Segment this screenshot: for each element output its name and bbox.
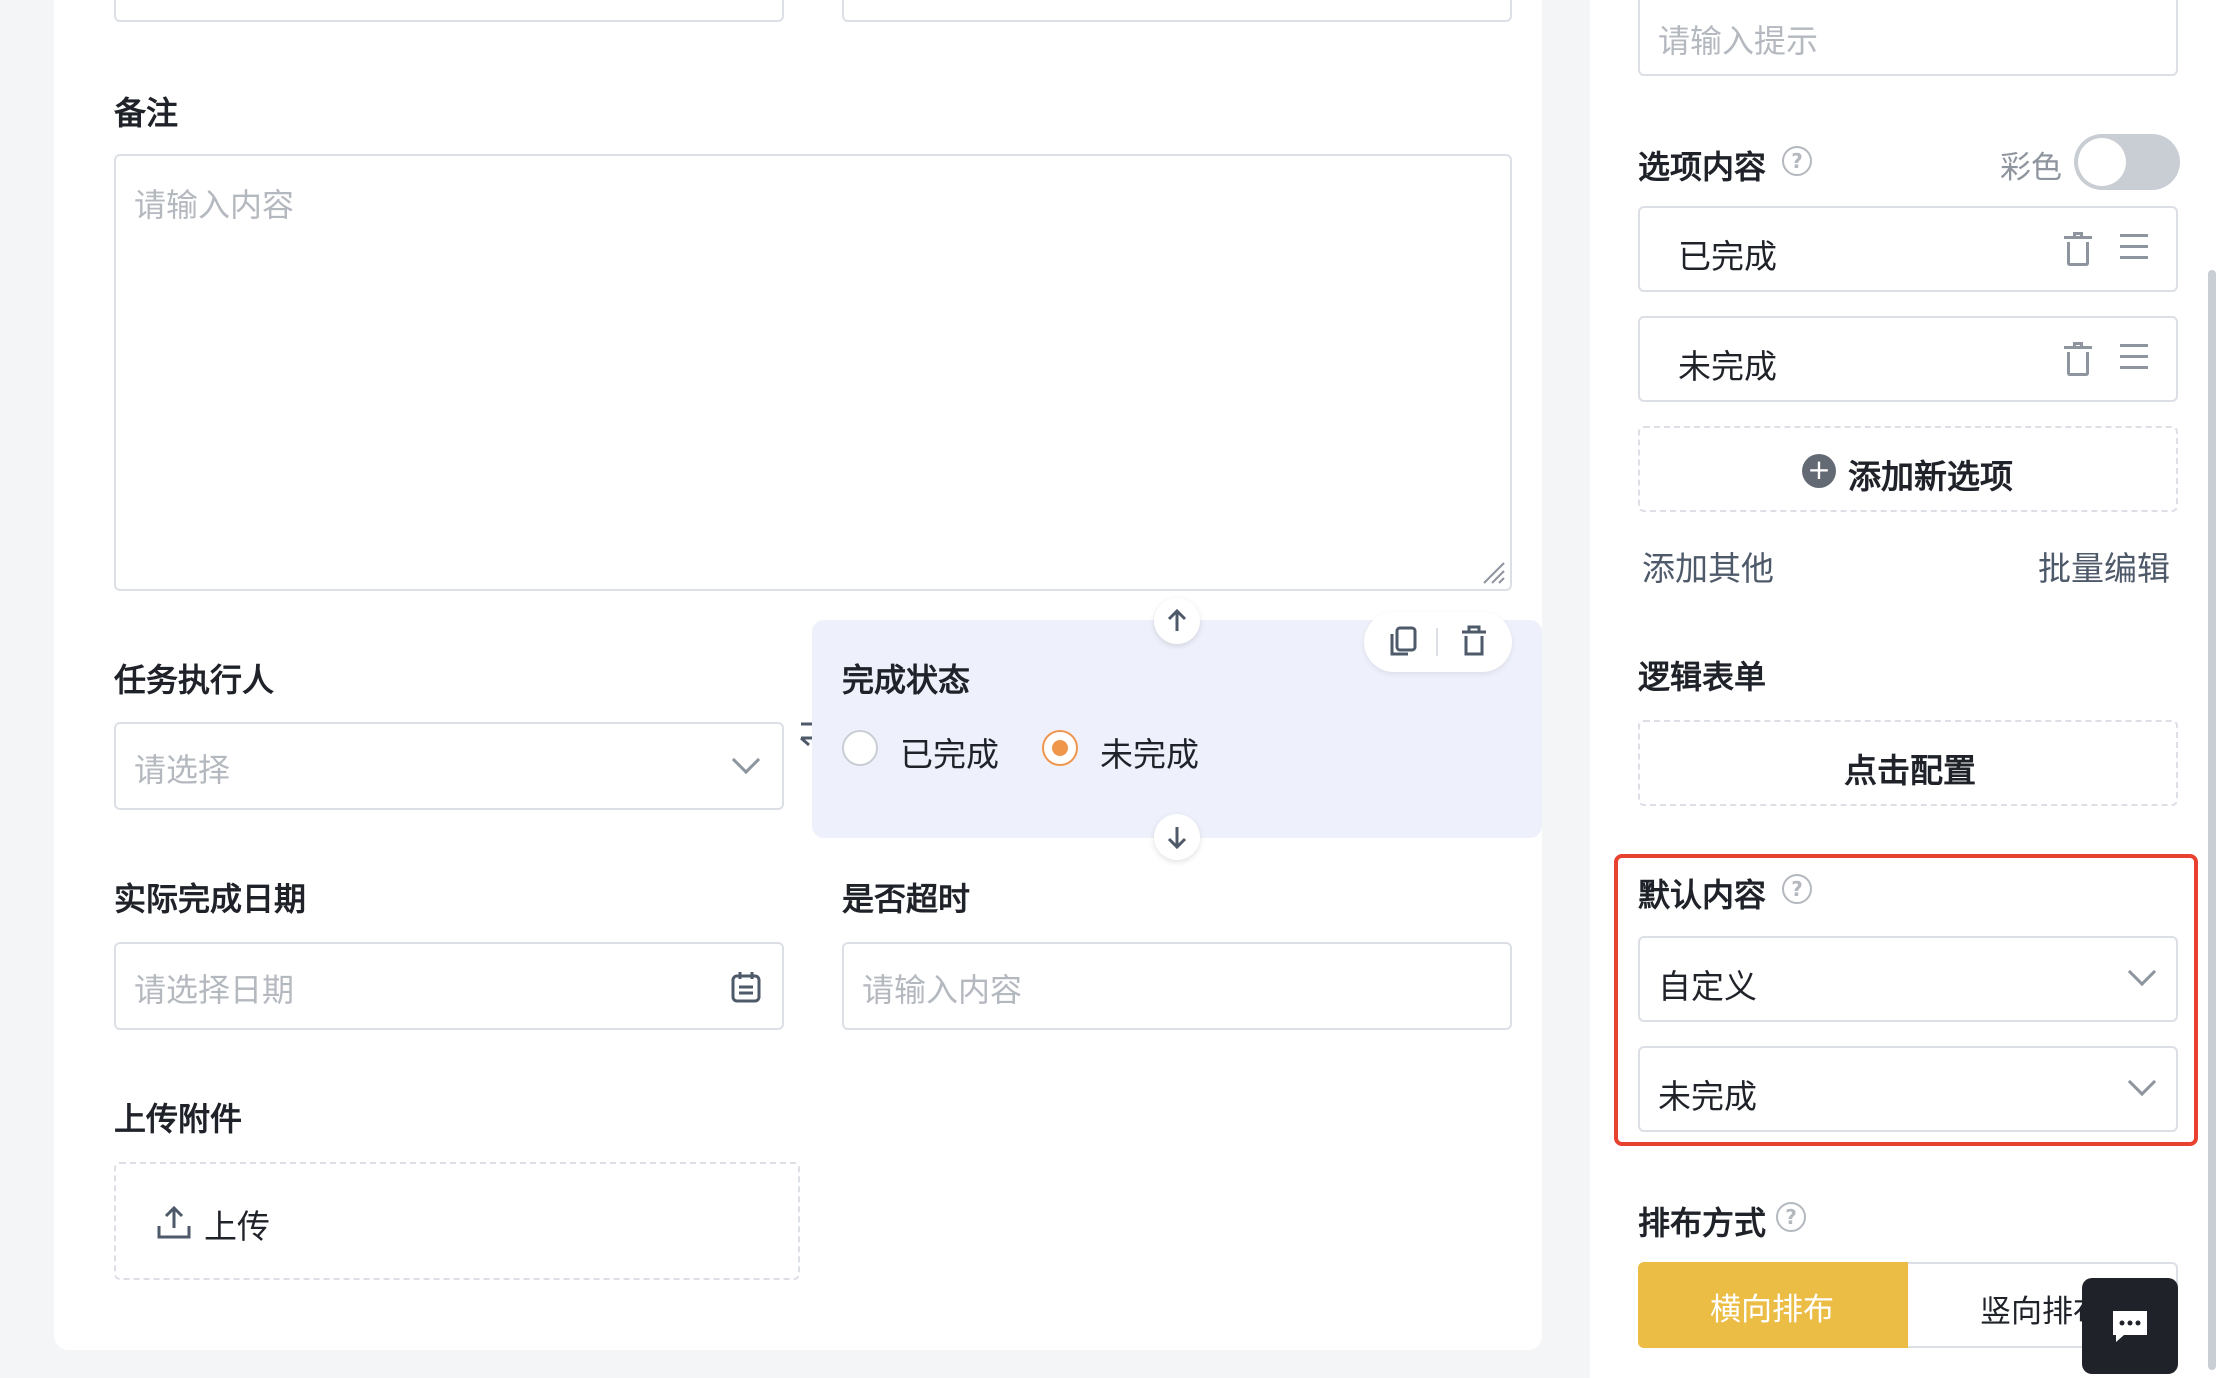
remark-placeholder: 请输入内容 xyxy=(134,186,295,224)
status-label: 完成状态 xyxy=(842,661,971,699)
top-left-input[interactable] xyxy=(114,0,784,22)
hint-input[interactable]: 请输入提示 xyxy=(1638,0,2178,76)
upload-label: 上传 xyxy=(204,1207,270,1246)
option-item-text: 已完成 xyxy=(1678,237,1777,276)
default-content-label: 默认内容 xyxy=(1638,876,1767,914)
panel-scrollbar[interactable] xyxy=(2208,270,2216,1370)
add-option-button[interactable]: + 添加新选项 xyxy=(1638,426,2178,512)
help-icon[interactable]: ? xyxy=(1776,1202,1806,1232)
help-icon[interactable]: ? xyxy=(1782,874,1812,904)
trash-icon[interactable] xyxy=(2064,232,2092,266)
options-section-label: 选项内容 xyxy=(1638,148,1767,186)
toolbar-divider xyxy=(1436,628,1438,656)
finish-date-label: 实际完成日期 xyxy=(114,880,307,918)
finish-date-placeholder: 请选择日期 xyxy=(134,971,295,1009)
upload-icon xyxy=(157,1205,191,1239)
chevron-down-icon xyxy=(731,745,761,775)
finish-date-picker[interactable]: 请选择日期 xyxy=(114,942,784,1030)
copy-icon[interactable] xyxy=(1388,626,1418,658)
hint-placeholder: 请输入提示 xyxy=(1658,22,1819,60)
batch-edit-link[interactable]: 批量编辑 xyxy=(2038,542,2170,590)
option-item[interactable]: 已完成 xyxy=(1638,206,2178,292)
arrangement-horizontal-button[interactable]: 横向排布 xyxy=(1638,1262,1908,1348)
remark-label: 备注 xyxy=(114,94,179,132)
move-down-button[interactable] xyxy=(1154,814,1200,860)
overdue-placeholder: 请输入内容 xyxy=(862,971,1023,1009)
remark-textarea[interactable]: 请输入内容 xyxy=(114,154,1512,591)
drag-handle-icon[interactable] xyxy=(2120,344,2148,370)
radio-incomplete-label: 未完成 xyxy=(1100,735,1199,774)
field-actions-toolbar xyxy=(1364,612,1512,672)
chevron-down-icon xyxy=(2127,957,2157,987)
plus-circle-icon: + xyxy=(1802,454,1836,488)
add-other-link[interactable]: 添加其他 xyxy=(1642,542,1774,590)
chevron-down-icon xyxy=(2127,1067,2157,1097)
add-option-label: 添加新选项 xyxy=(1848,457,2013,496)
arrow-down-icon xyxy=(1167,827,1187,850)
arrow-up-icon xyxy=(1167,608,1187,631)
calendar-icon xyxy=(731,972,761,1003)
default-value-select[interactable]: 未完成 xyxy=(1638,1046,2178,1132)
chat-button[interactable] xyxy=(2082,1278,2178,1374)
option-item-text: 未完成 xyxy=(1678,347,1777,386)
color-toggle[interactable] xyxy=(2074,134,2180,190)
attachment-label: 上传附件 xyxy=(114,1100,243,1138)
default-value-text: 未完成 xyxy=(1658,1077,1757,1116)
overdue-label: 是否超时 xyxy=(842,880,971,918)
arrangement-label: 排布方式 xyxy=(1638,1204,1767,1242)
configure-label: 点击配置 xyxy=(1844,751,1976,790)
overdue-input[interactable]: 请输入内容 xyxy=(842,942,1512,1030)
assignee-select[interactable]: 请选择 xyxy=(114,722,784,810)
upload-area[interactable]: 上传 xyxy=(114,1162,800,1280)
delete-icon[interactable] xyxy=(1460,624,1488,658)
default-mode-value: 自定义 xyxy=(1658,967,1757,1006)
default-mode-select[interactable]: 自定义 xyxy=(1638,936,2178,1022)
trash-icon[interactable] xyxy=(2064,342,2092,376)
move-up-button[interactable] xyxy=(1154,598,1200,644)
toggle-knob xyxy=(2078,138,2126,186)
top-right-input[interactable] xyxy=(842,0,1512,22)
radio-completed[interactable] xyxy=(842,730,878,766)
drag-handle-icon[interactable] xyxy=(2120,234,2148,260)
radio-incomplete[interactable] xyxy=(1042,730,1078,766)
resize-handle-icon[interactable] xyxy=(1480,559,1506,585)
help-icon[interactable]: ? xyxy=(1782,146,1812,176)
radio-completed-label: 已完成 xyxy=(900,735,999,774)
color-toggle-label: 彩色 xyxy=(2000,150,2062,186)
arrangement-horizontal-label: 横向排布 xyxy=(1710,1292,1834,1328)
logic-form-label: 逻辑表单 xyxy=(1638,658,1767,696)
option-item[interactable]: 未完成 xyxy=(1638,316,2178,402)
configure-button[interactable]: 点击配置 xyxy=(1638,720,2178,806)
assignee-label: 任务执行人 xyxy=(114,661,275,699)
assignee-placeholder: 请选择 xyxy=(134,751,231,789)
chat-icon xyxy=(2113,1311,2147,1342)
